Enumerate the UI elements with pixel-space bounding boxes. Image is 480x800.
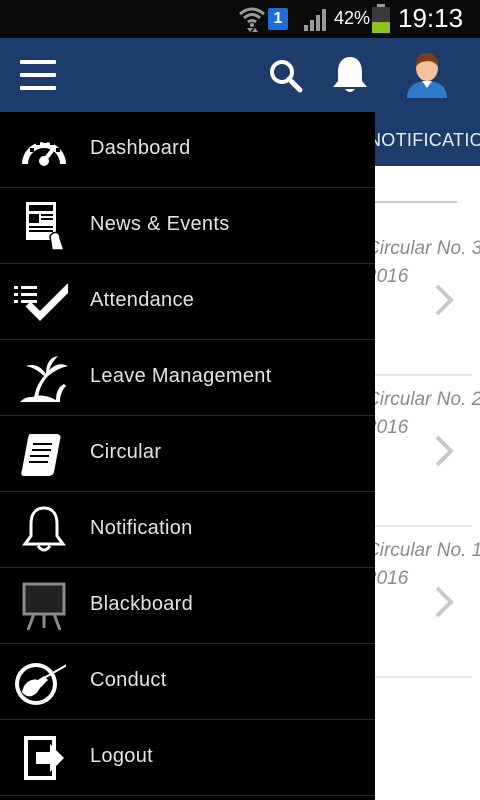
newspaper-icon xyxy=(26,202,66,251)
speedometer-icon xyxy=(22,139,66,166)
list-item-title: Circular No. 3 xyxy=(366,238,480,259)
drawer-item-notification[interactable]: Notification xyxy=(0,492,375,568)
list-item-title: Circular No. 2 xyxy=(366,389,480,410)
drawer-item-leave-management[interactable]: Leave Management xyxy=(0,340,375,416)
chevron-right-icon[interactable] xyxy=(432,280,456,320)
drawer-item-blackboard[interactable]: Blackboard xyxy=(0,568,375,644)
chevron-right-icon[interactable] xyxy=(432,582,456,622)
drawer-item-logout[interactable]: Logout xyxy=(0,720,375,796)
drawer-item-label: Conduct xyxy=(90,669,167,691)
bell-icon[interactable] xyxy=(330,54,370,96)
hamburger-menu-icon[interactable] xyxy=(20,60,56,90)
scroll-icon xyxy=(21,434,61,476)
clock: 19:13 xyxy=(398,3,464,33)
navigation-drawer: Dashboard News & Events Attendance Leave… xyxy=(0,112,375,800)
battery-icon xyxy=(372,4,390,33)
logout-icon xyxy=(24,736,64,780)
drawer-item-attendance[interactable]: Attendance xyxy=(0,264,375,340)
checklist-icon xyxy=(14,283,68,321)
drawer-item-label: Circular xyxy=(90,441,162,463)
blackboard-icon xyxy=(22,582,66,631)
conductor-icon xyxy=(15,663,66,705)
list-item[interactable]: Circular No. 3 2016 xyxy=(366,226,480,376)
wifi-icon xyxy=(239,7,265,32)
drawer-item-news-events[interactable]: News & Events xyxy=(0,188,375,264)
drawer-item-conduct[interactable]: Conduct xyxy=(0,644,375,720)
list-item[interactable]: Circular No. 2 2016 xyxy=(366,377,480,527)
drawer-item-label: News & Events xyxy=(90,213,230,235)
user-avatar-icon[interactable] xyxy=(404,50,450,98)
sim-badge: 1 xyxy=(268,8,288,30)
list-item-title: Circular No. 1 xyxy=(366,540,480,561)
drawer-item-circular[interactable]: Circular xyxy=(0,416,375,492)
drawer-item-label: Attendance xyxy=(90,289,195,311)
drawer-item-label: Leave Management xyxy=(90,365,272,387)
status-bar: 1 42% 19:13 xyxy=(0,0,480,38)
search-icon[interactable] xyxy=(266,56,306,96)
signal-icon xyxy=(304,9,326,31)
chevron-right-icon[interactable] xyxy=(432,431,456,471)
drawer-item-dashboard[interactable]: Dashboard xyxy=(0,112,375,188)
list-item[interactable]: Circular No. 1 2016 xyxy=(366,528,480,678)
battery-percent: 42% xyxy=(334,8,371,28)
palm-tree-icon xyxy=(20,356,68,402)
drawer-item-label: Logout xyxy=(90,745,153,767)
tab-notification[interactable]: NOTIFICATION xyxy=(368,130,480,151)
drawer-item-label: Blackboard xyxy=(90,593,194,615)
drawer-item-label: Notification xyxy=(90,517,193,539)
app-bar xyxy=(0,38,480,112)
divider xyxy=(375,201,457,203)
bell-icon xyxy=(22,506,66,552)
drawer-item-label: Dashboard xyxy=(90,137,191,159)
